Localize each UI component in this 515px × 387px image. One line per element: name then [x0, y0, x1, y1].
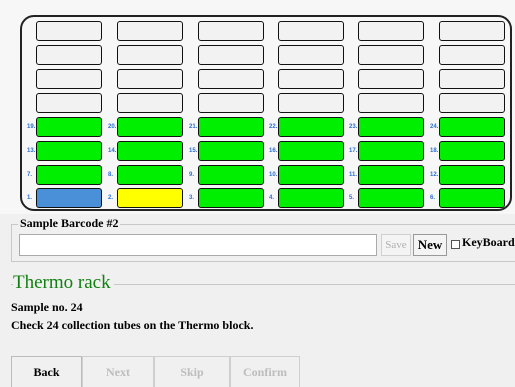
- rack-slot[interactable]: [439, 21, 505, 41]
- rack-slot[interactable]: [198, 165, 264, 185]
- rack-slot[interactable]: [198, 45, 264, 65]
- back-button[interactable]: Back: [11, 356, 82, 387]
- rack-slot[interactable]: [36, 165, 102, 185]
- rack-slot[interactable]: [358, 117, 424, 137]
- rack-slot[interactable]: [198, 117, 264, 137]
- slot-number: 11.: [349, 172, 358, 178]
- next-button[interactable]: Next: [82, 356, 154, 387]
- rack-slot[interactable]: [278, 93, 344, 113]
- slot-number: 9.: [189, 172, 195, 178]
- slot-number: 2.: [108, 195, 114, 201]
- section-title: Thermo rack: [13, 272, 114, 294]
- slot-number: 5.: [349, 195, 355, 201]
- rack-slot[interactable]: [117, 21, 183, 41]
- rack-slot[interactable]: [117, 45, 183, 65]
- rack-slot[interactable]: [198, 141, 264, 161]
- rack-slot[interactable]: [358, 93, 424, 113]
- save-button[interactable]: Save: [381, 234, 411, 256]
- rack-slot[interactable]: [278, 165, 344, 185]
- rack-slot[interactable]: [439, 45, 505, 65]
- rack-slot[interactable]: [439, 188, 505, 208]
- rack-slot[interactable]: [36, 21, 102, 41]
- rack-slot[interactable]: [117, 93, 183, 113]
- rack-slot[interactable]: [439, 165, 505, 185]
- confirm-button[interactable]: Confirm: [230, 356, 300, 387]
- slot-number: 13.: [27, 148, 36, 154]
- rack-slot[interactable]: [36, 117, 102, 137]
- rack-slot[interactable]: [117, 165, 183, 185]
- rack-slot[interactable]: [117, 141, 183, 161]
- rack-slot[interactable]: [36, 141, 102, 161]
- rack-slot[interactable]: [117, 188, 183, 208]
- slot-number: 21.: [189, 124, 198, 130]
- new-button[interactable]: New: [413, 234, 447, 256]
- slot-number: 7.: [27, 172, 33, 178]
- thermo-rack: 19. 20. 21. 22. 23. 24. 13. 14. 15. 16. 17. 18. 7. 8.…: [20, 15, 512, 211]
- barcode-label: Sample Barcode #2: [18, 216, 121, 231]
- rack-slot[interactable]: [198, 69, 264, 89]
- slot-number: 20.: [108, 124, 117, 130]
- rack-slot[interactable]: [36, 45, 102, 65]
- instruction-text: Check 24 collection tubes on the Thermo …: [11, 318, 254, 332]
- rack-slot[interactable]: [358, 188, 424, 208]
- rack-slot[interactable]: [198, 21, 264, 41]
- slot-number: 8.: [108, 172, 114, 178]
- sample-number: Sample no. 24: [11, 300, 83, 314]
- rack-slot[interactable]: [278, 69, 344, 89]
- rack-slot[interactable]: [36, 188, 102, 208]
- rack-slot[interactable]: [358, 45, 424, 65]
- keyboard-label: KeyBoard: [462, 235, 515, 249]
- keyboard-checkbox[interactable]: [451, 240, 460, 249]
- slot-number: 14.: [108, 148, 117, 154]
- barcode-input[interactable]: [19, 234, 377, 256]
- slot-number: 4.: [269, 195, 275, 201]
- rack-slot[interactable]: [278, 117, 344, 137]
- slot-number: 3.: [189, 195, 195, 201]
- slot-number: 19.: [27, 124, 36, 130]
- rack-slot[interactable]: [278, 188, 344, 208]
- rack-slot[interactable]: [36, 69, 102, 89]
- rack-slot[interactable]: [278, 141, 344, 161]
- slot-number: 17.: [349, 148, 358, 154]
- rack-slot[interactable]: [439, 69, 505, 89]
- slot-number: 1.: [27, 195, 33, 201]
- rack-slot[interactable]: [358, 69, 424, 89]
- rack-slot[interactable]: [198, 188, 264, 208]
- rack-slot[interactable]: [198, 93, 264, 113]
- slot-number: 10.: [269, 172, 278, 178]
- rack-slot[interactable]: [439, 93, 505, 113]
- slot-number: 15.: [189, 148, 198, 154]
- rack-slot[interactable]: [439, 117, 505, 137]
- rack-slot[interactable]: [117, 69, 183, 89]
- slot-number: 12.: [430, 172, 439, 178]
- slot-number: 16.: [269, 148, 278, 154]
- skip-button[interactable]: Skip: [154, 356, 230, 387]
- rack-slot[interactable]: [36, 93, 102, 113]
- rack-slot[interactable]: [358, 21, 424, 41]
- rack-slot[interactable]: [117, 117, 183, 137]
- rack-area: 19. 20. 21. 22. 23. 24. 13. 14. 15. 16. 17. 18. 7. 8.…: [0, 0, 515, 214]
- rack-slot[interactable]: [278, 21, 344, 41]
- slot-number: 23.: [349, 124, 358, 130]
- rack-slot[interactable]: [358, 141, 424, 161]
- slot-number: 22.: [269, 124, 278, 130]
- slot-number: 18.: [430, 148, 439, 154]
- slot-number: 6.: [430, 195, 436, 201]
- rack-slot[interactable]: [278, 45, 344, 65]
- rack-slot[interactable]: [439, 141, 505, 161]
- rack-slot[interactable]: [358, 165, 424, 185]
- slot-number: 24.: [430, 124, 439, 130]
